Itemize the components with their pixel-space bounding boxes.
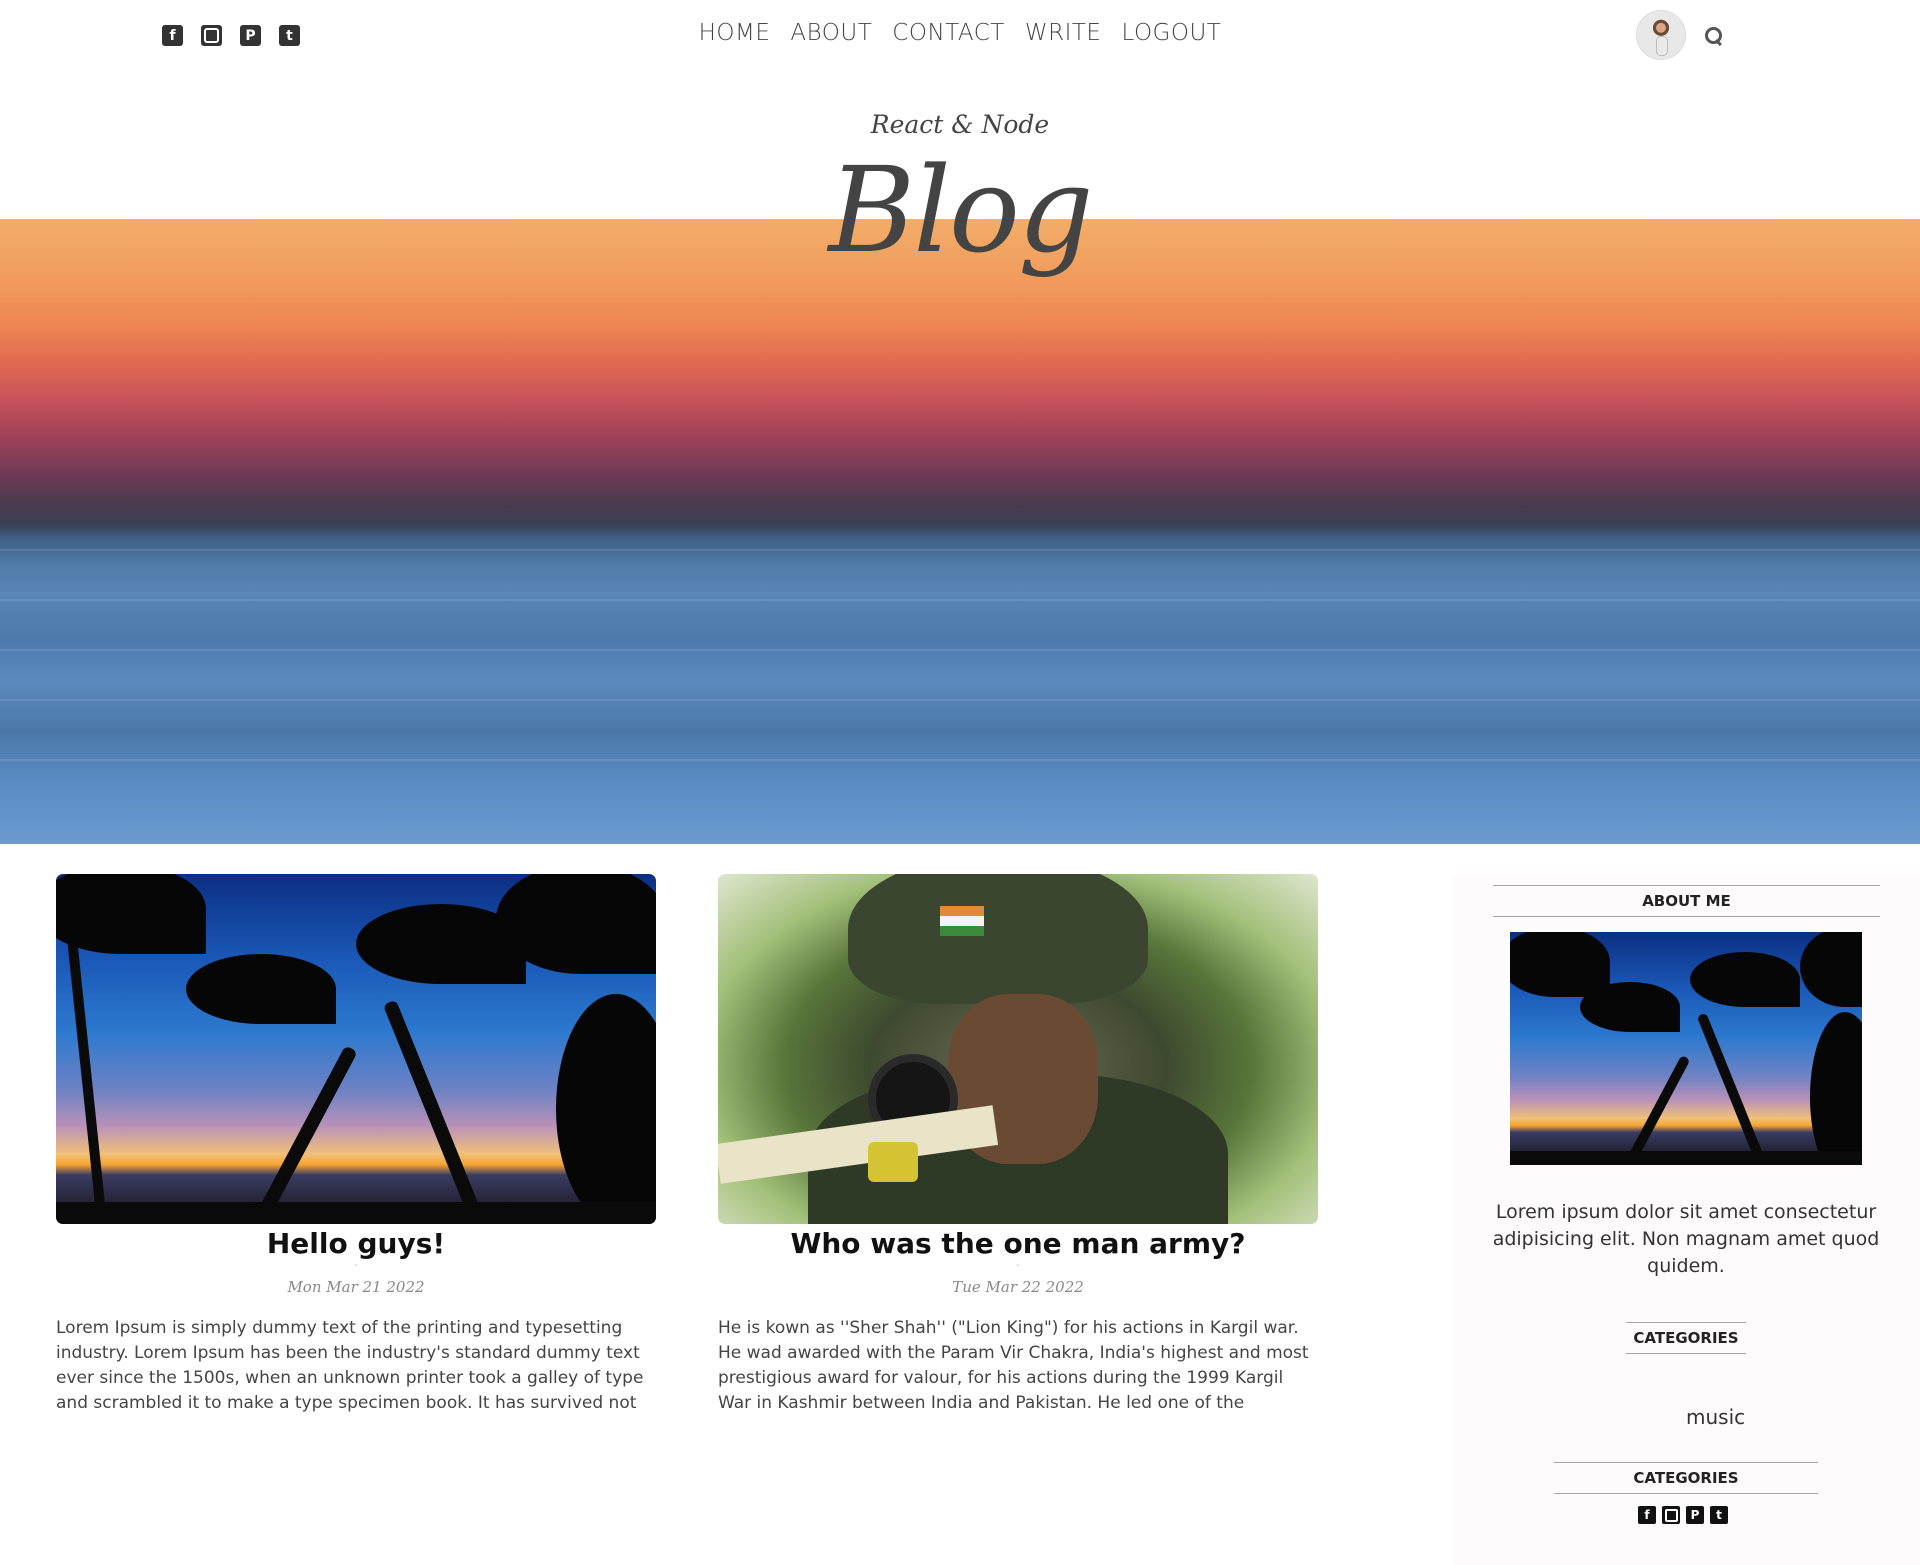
follow-heading: CATEGORIES [1554,1462,1818,1494]
post-title[interactable]: Hello guys! [56,1226,656,1262]
main-nav: HOME ABOUT CONTACT WRITE LOGOUT [0,20,1920,46]
categories-heading: CATEGORIES [1626,1322,1746,1354]
post-date: Tue Mar 22 2022 [952,1278,1084,1296]
pinterest-square-icon[interactable]: P [1686,1506,1704,1524]
twitter-square-icon[interactable]: t [1710,1506,1728,1524]
post-image[interactable] [56,874,656,1224]
sidebar-social-links: f P t [1638,1506,1728,1524]
sidebar: ABOUT ME Lorem ipsum dolor sit amet cons… [1452,874,1920,1565]
header-subtitle: React & Node [870,110,1050,139]
top-bar: f P t HOME ABOUT CONTACT WRITE LOGOUT [0,0,1920,72]
post-excerpt: Lorem Ipsum is simply dummy text of the … [56,1318,644,1413]
post-card[interactable]: Who was the one man army? - Tue Mar 22 2… [718,874,1318,1416]
instagram-square-icon[interactable] [1662,1506,1680,1524]
user-avatar[interactable] [1636,10,1686,60]
post-divider: - [1016,1260,1020,1271]
about-me-heading: ABOUT ME [1493,885,1880,917]
post-excerpt: He is kown as ''Sher Shah'' ("Lion King"… [718,1318,1309,1413]
post-divider: - [354,1260,358,1271]
post-image[interactable] [718,874,1318,1224]
about-me-image [1510,932,1862,1165]
search-icon[interactable] [1705,27,1723,45]
nav-logout[interactable]: LOGOUT [1121,20,1221,46]
hero-image [0,219,1920,844]
header-title: Blog [828,141,1093,279]
post-card[interactable]: Hello guys! - Mon Mar 21 2022 Lorem Ipsu… [56,874,656,1416]
facebook-square-icon[interactable]: f [1638,1506,1656,1524]
about-me-text: Lorem ipsum dolor sit amet consectetur a… [1492,1201,1880,1277]
post-title[interactable]: Who was the one man army? [718,1226,1318,1262]
nav-home[interactable]: HOME [699,20,771,46]
post-date: Mon Mar 21 2022 [287,1278,425,1296]
nav-write[interactable]: WRITE [1025,20,1102,46]
category-item-music[interactable]: music [1686,1405,1745,1429]
nav-contact[interactable]: CONTACT [892,20,1005,46]
nav-about[interactable]: ABOUT [790,20,872,46]
